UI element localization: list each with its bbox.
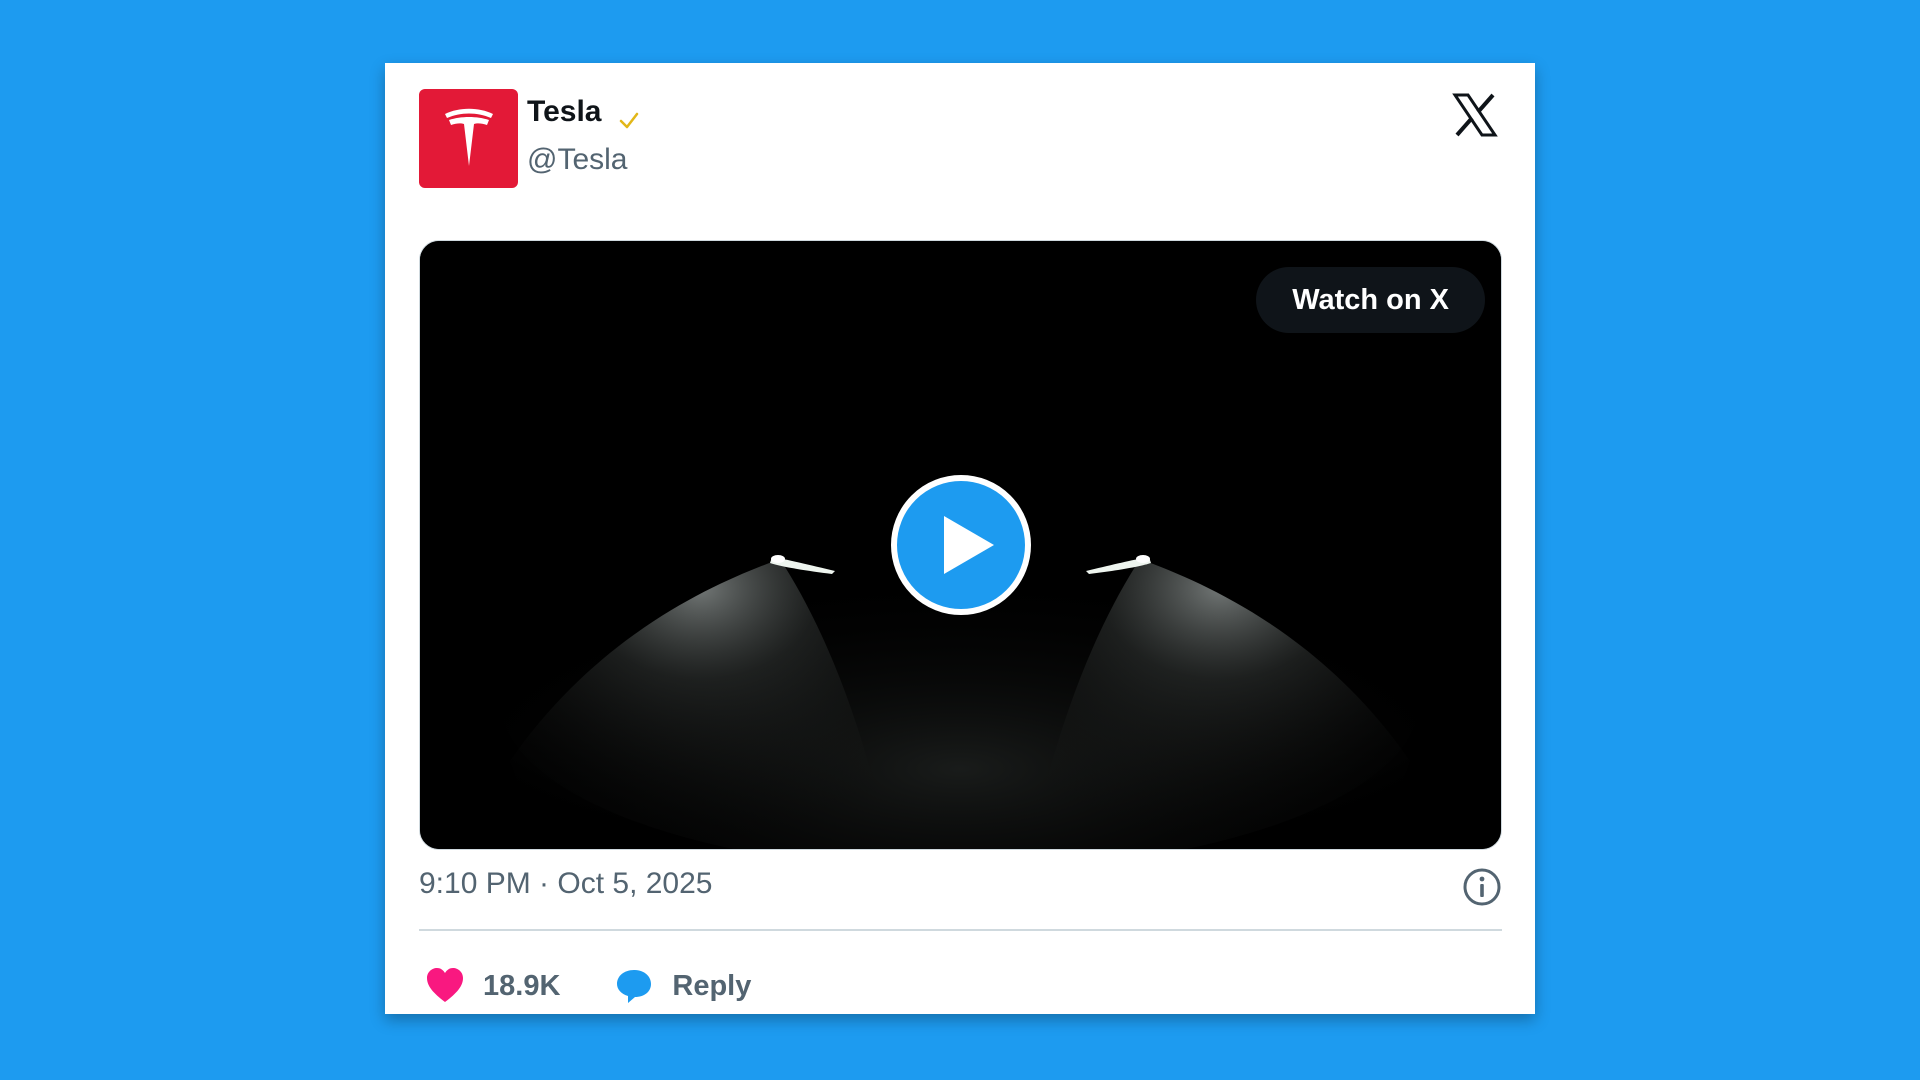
tesla-logo-icon [444,108,493,166]
video-player[interactable]: Watch on X [419,240,1502,850]
author-handle[interactable]: @Tesla [527,143,628,177]
watch-on-x-button[interactable]: Watch on X [1256,267,1485,333]
avatar[interactable] [419,89,518,188]
divider [419,929,1502,931]
speech-bubble-icon [617,970,652,1003]
like-button[interactable]: 18.9K [419,966,560,1006]
tweet-actions: 18.9K Reply [419,951,799,1021]
reply-label: Reply [672,969,752,1002]
tweet-timestamp[interactable]: 9:10 PM · Oct 5, 2025 [419,867,712,901]
verified-check-icon [619,112,639,129]
like-count: 18.9K [483,969,561,1002]
tweet-card: Tesla @Tesla Watch on X 9:10 PM · Oct 5,… [385,63,1535,1014]
reply-button[interactable]: Reply [608,966,751,1006]
author-name[interactable]: Tesla [527,95,602,129]
info-icon[interactable] [1462,867,1502,907]
heart-icon [427,968,463,1002]
x-logo-icon[interactable] [1451,91,1499,139]
play-icon[interactable] [890,474,1032,616]
